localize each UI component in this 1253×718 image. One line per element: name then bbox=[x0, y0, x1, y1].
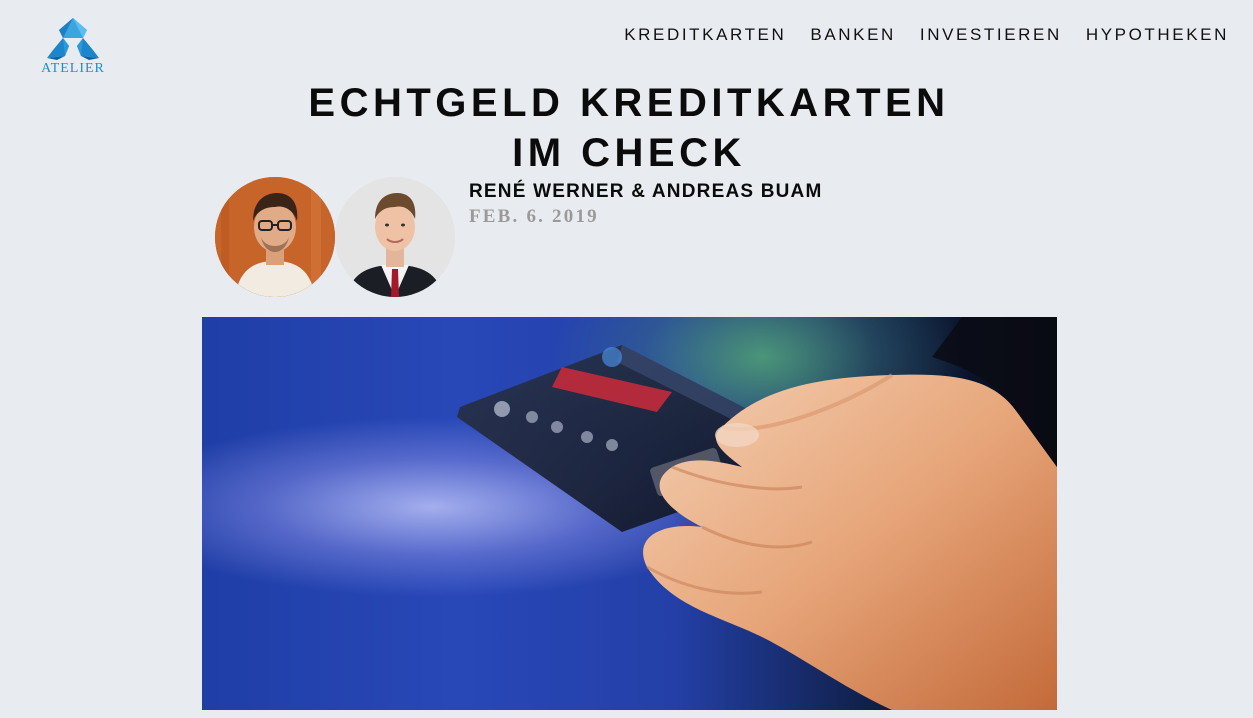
logo-text: ATELIER bbox=[41, 61, 105, 76]
author-avatar-rene[interactable] bbox=[215, 177, 335, 297]
person-portrait-icon bbox=[335, 177, 455, 297]
hand-holding-credit-card-photo bbox=[457, 317, 1057, 710]
site-logo[interactable]: ATELIER bbox=[34, 16, 112, 78]
nav-item-banken[interactable]: BANKEN bbox=[810, 25, 896, 45]
article-title: ECHTGELD KREDITKARTEN IM CHECK bbox=[200, 78, 1058, 178]
article-date: FEB. 6. 2019 bbox=[469, 206, 599, 227]
article-authors[interactable]: RENÉ WERNER & ANDREAS BUAM bbox=[469, 181, 823, 203]
nav-item-investieren[interactable]: INVESTIEREN bbox=[920, 25, 1062, 45]
nav-item-kreditkarten[interactable]: KREDITKARTEN bbox=[624, 25, 786, 45]
person-portrait-icon bbox=[215, 177, 335, 297]
hero-image bbox=[202, 317, 1057, 710]
author-avatar-andreas[interactable] bbox=[335, 177, 455, 297]
article-title-line-2: IM CHECK bbox=[512, 131, 746, 175]
nav-item-hypotheken[interactable]: HYPOTHEKEN bbox=[1086, 25, 1229, 45]
atelier-logo-icon bbox=[47, 18, 99, 60]
article-title-line-1: ECHTGELD KREDITKARTEN bbox=[308, 81, 950, 125]
main-nav: KREDITKARTEN BANKEN INVESTIEREN HYPOTHEK… bbox=[600, 25, 1229, 45]
